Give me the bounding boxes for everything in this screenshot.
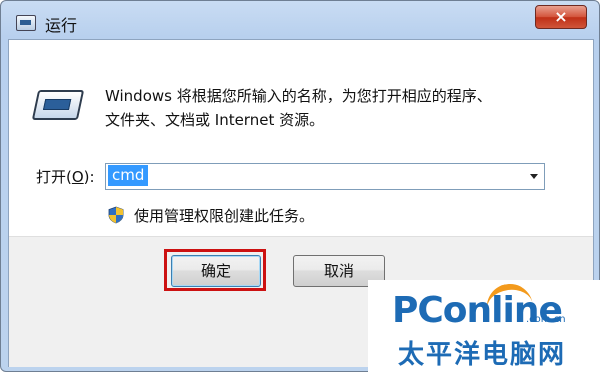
dialog-description: Windows 将根据您所输入的名称，为您打开相应的程序、 文件夹、文档或 In…: [105, 84, 575, 132]
dropdown-arrow-icon[interactable]: [530, 174, 538, 179]
watermark-subtitle: 太平洋电脑网: [398, 340, 567, 370]
watermark-domain: .com.cn: [526, 314, 566, 325]
open-label-accesskey: O: [71, 168, 84, 186]
description-line-1: Windows 将根据您所输入的名称，为您打开相应的程序、: [105, 87, 492, 105]
close-button[interactable]: ×: [535, 5, 587, 29]
description-line-2: 文件夹、文档或 Internet 资源。: [105, 111, 325, 129]
open-field-label: 打开(O):: [36, 166, 95, 187]
window-title: 运行: [45, 16, 78, 35]
open-label-suffix: ):: [83, 168, 95, 186]
uac-shield-icon: [108, 206, 124, 224]
title-bar[interactable]: 运行 ×: [1, 1, 599, 39]
open-label-prefix: 打开(: [36, 168, 72, 186]
admin-privilege-note: 使用管理权限创建此任务。: [134, 207, 315, 225]
run-program-icon: [31, 90, 85, 120]
command-input-value[interactable]: cmd: [108, 165, 149, 186]
ok-button[interactable]: 确定: [171, 255, 261, 287]
pconline-watermark: PConline .com.cn 太平洋电脑网: [368, 280, 600, 372]
run-app-icon: [16, 15, 36, 31]
open-command-combobox[interactable]: cmd: [105, 163, 545, 190]
